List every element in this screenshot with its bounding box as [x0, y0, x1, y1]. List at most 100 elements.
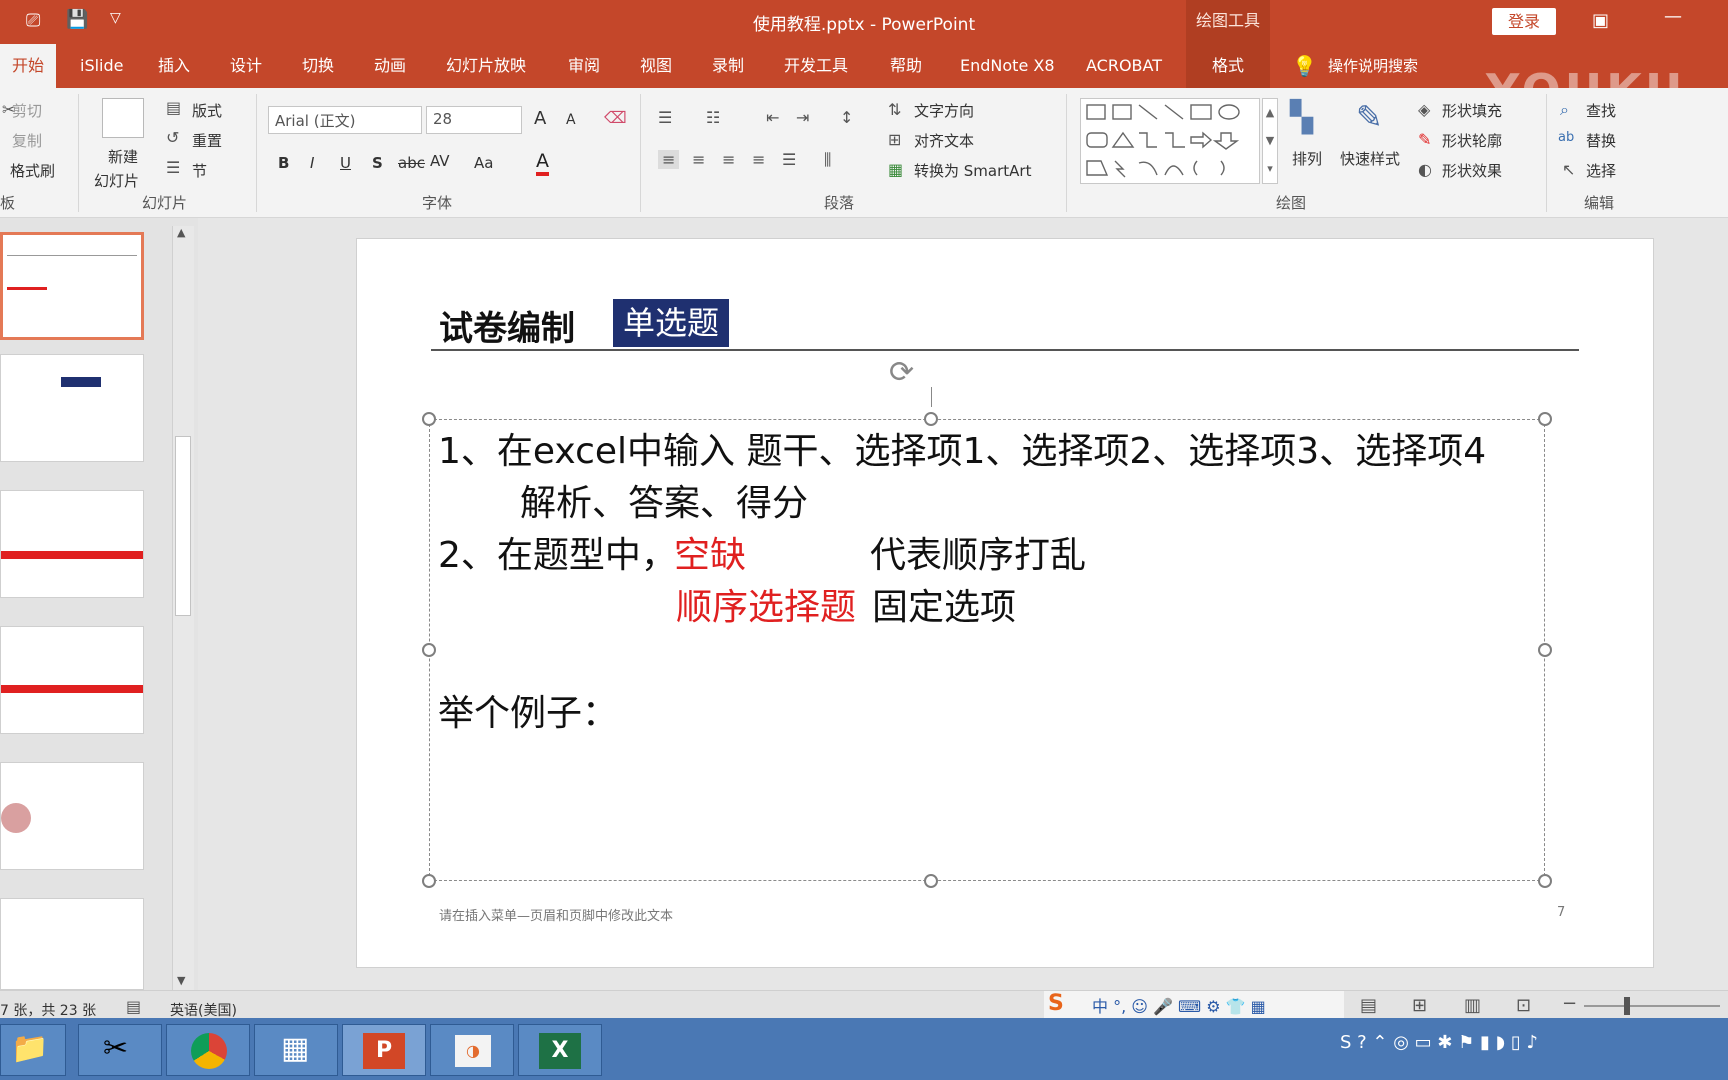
- shape-fill-button[interactable]: 形状填充: [1442, 100, 1502, 121]
- system-tray-icons[interactable]: S ? ⌃ ◎ ▭ ✱ ⚑ ▮ ◗ ▯ ♪: [1340, 1032, 1538, 1053]
- new-slide-icon[interactable]: [102, 98, 144, 138]
- convert-smartart-button[interactable]: 转换为 SmartArt: [914, 160, 1031, 181]
- language-indicator[interactable]: 英语(美国): [170, 1000, 237, 1020]
- scroll-up-icon[interactable]: ▲: [177, 226, 185, 239]
- line-spacing-icon[interactable]: ↕: [840, 108, 853, 127]
- bullets-icon[interactable]: ☰: [658, 108, 672, 127]
- distributed-icon[interactable]: ☰: [782, 150, 796, 169]
- resize-handle-sw[interactable]: [422, 874, 436, 888]
- tab-record[interactable]: 录制: [712, 44, 744, 88]
- underline-button[interactable]: U: [340, 154, 351, 172]
- change-case-button[interactable]: Aa: [474, 154, 493, 172]
- slide-thumbnail-11[interactable]: [0, 762, 144, 870]
- chrome-taskbar-button[interactable]: [166, 1024, 250, 1076]
- resize-handle-se[interactable]: [1538, 874, 1552, 888]
- tab-view[interactable]: 视图: [640, 44, 672, 88]
- new-slide-label-1[interactable]: 新建: [108, 146, 138, 167]
- zoom-slider[interactable]: [1584, 1005, 1720, 1007]
- bold-button[interactable]: B: [278, 154, 289, 172]
- tab-acrobat[interactable]: ACROBAT: [1086, 44, 1162, 88]
- normal-view-icon[interactable]: ▤: [1360, 995, 1377, 1016]
- resize-handle-n[interactable]: [924, 412, 938, 426]
- grow-font-button[interactable]: A: [534, 108, 546, 129]
- sogou-ime-icon[interactable]: S: [1048, 991, 1064, 1016]
- presentation-app-taskbar-button[interactable]: ◑: [430, 1024, 514, 1076]
- tab-review[interactable]: 审阅: [568, 44, 600, 88]
- copy-button[interactable]: 复制: [12, 130, 42, 151]
- slide-thumbnail-8[interactable]: [0, 354, 144, 462]
- zoom-slider-thumb[interactable]: [1624, 997, 1630, 1015]
- font-name-combo[interactable]: Arial (正文): [268, 106, 422, 134]
- cut-button[interactable]: 剪切: [12, 100, 42, 121]
- accessibility-icon[interactable]: ▤: [126, 997, 141, 1016]
- clear-format-icon[interactable]: ⌫: [604, 108, 627, 127]
- tab-islide[interactable]: iSlide: [80, 44, 124, 88]
- ime-tools-icons[interactable]: 中 °, ☺ 🎤 ⌨ ⚙ 👕 ▦: [1092, 993, 1266, 1017]
- shape-effects-button[interactable]: 形状效果: [1442, 160, 1502, 181]
- calculator-taskbar-button[interactable]: ▦: [254, 1024, 338, 1076]
- replace-button[interactable]: 替换: [1586, 130, 1616, 151]
- numbering-icon[interactable]: ☷: [706, 108, 720, 127]
- format-painter-button[interactable]: 格式刷: [10, 160, 55, 181]
- align-center-icon[interactable]: ≡: [692, 150, 705, 169]
- layout-button[interactable]: 版式: [192, 100, 222, 121]
- slide-thumbnail-10[interactable]: [0, 626, 144, 734]
- font-color-button[interactable]: A: [536, 150, 549, 176]
- italic-button[interactable]: I: [310, 154, 314, 172]
- minimize-icon[interactable]: —: [1664, 6, 1682, 27]
- tab-help[interactable]: 帮助: [890, 44, 922, 88]
- tab-transitions[interactable]: 切换: [302, 44, 334, 88]
- slide-thumbnail-7[interactable]: [0, 232, 144, 340]
- thumbnail-scrollbar[interactable]: ▲ ▼: [172, 226, 194, 990]
- reset-button[interactable]: 重置: [192, 130, 222, 151]
- select-button[interactable]: 选择: [1586, 160, 1616, 181]
- slideshow-icon[interactable]: ⊡: [1516, 995, 1531, 1016]
- tab-slideshow[interactable]: 幻灯片放映: [446, 44, 526, 88]
- explorer-taskbar-button[interactable]: 📁: [0, 1024, 66, 1076]
- resize-handle-ne[interactable]: [1538, 412, 1552, 426]
- snipping-taskbar-button[interactable]: ✂: [78, 1024, 162, 1076]
- increase-indent-icon[interactable]: ⇥: [796, 108, 809, 127]
- shape-outline-button[interactable]: 形状轮廓: [1442, 130, 1502, 151]
- find-button[interactable]: 查找: [1586, 100, 1616, 121]
- tab-endnote[interactable]: EndNote X8: [960, 44, 1055, 88]
- shrink-font-button[interactable]: A: [566, 112, 576, 128]
- shapes-gallery[interactable]: [1080, 98, 1260, 184]
- tab-insert[interactable]: 插入: [158, 44, 190, 88]
- new-slide-label-2[interactable]: 幻灯片: [94, 170, 139, 191]
- resize-handle-w[interactable]: [422, 643, 436, 657]
- slide-sorter-icon[interactable]: ⊞: [1412, 995, 1427, 1016]
- font-size-combo[interactable]: 28: [426, 106, 522, 134]
- tell-me-search[interactable]: 操作说明搜索: [1328, 44, 1418, 88]
- strikethrough-button[interactable]: abc: [398, 154, 425, 172]
- align-right-icon[interactable]: ≡: [722, 150, 735, 169]
- scroll-down-icon[interactable]: ▼: [177, 974, 185, 987]
- arrange-button[interactable]: 排列: [1292, 148, 1322, 169]
- justify-icon[interactable]: ≡: [752, 150, 765, 169]
- align-text-button[interactable]: 对齐文本: [914, 130, 974, 151]
- content-textbox[interactable]: 1、在excel中输入 题干、选择项1、选择项2、选择项3、选择项4 解析、答案…: [429, 419, 1545, 881]
- section-button[interactable]: 节: [192, 160, 207, 181]
- resize-handle-nw[interactable]: [422, 412, 436, 426]
- zoom-out-icon[interactable]: −: [1562, 993, 1577, 1014]
- excel-taskbar-button[interactable]: X: [518, 1024, 602, 1076]
- gallery-scroll[interactable]: ▲ ▼ ▾: [1262, 98, 1278, 184]
- login-button[interactable]: 登录: [1492, 8, 1556, 35]
- tab-format[interactable]: 格式: [1186, 44, 1270, 88]
- rotate-handle-icon[interactable]: ⟳: [889, 355, 914, 390]
- slide-thumbnail-9[interactable]: [0, 490, 144, 598]
- powerpoint-taskbar-button[interactable]: P: [342, 1024, 426, 1076]
- scrollbar-thumb[interactable]: [175, 436, 191, 616]
- tab-animations[interactable]: 动画: [374, 44, 406, 88]
- resize-handle-e[interactable]: [1538, 643, 1552, 657]
- char-spacing-button[interactable]: AV: [430, 152, 450, 170]
- tab-home[interactable]: 开始: [0, 44, 57, 88]
- tab-developer[interactable]: 开发工具: [784, 44, 848, 88]
- align-left-icon[interactable]: ≡: [658, 150, 680, 169]
- shadow-button[interactable]: S: [372, 154, 383, 172]
- slide-canvas[interactable]: 试卷编制 单选题 ⟳ 1、在excel中输入 题干、选择项1、选择项2、选择项3…: [356, 238, 1654, 968]
- reading-view-icon[interactable]: ▥: [1464, 995, 1481, 1016]
- resize-handle-s[interactable]: [924, 874, 938, 888]
- quick-styles-button[interactable]: 快速样式: [1340, 148, 1400, 169]
- ribbon-display-icon[interactable]: ▣: [1592, 10, 1609, 31]
